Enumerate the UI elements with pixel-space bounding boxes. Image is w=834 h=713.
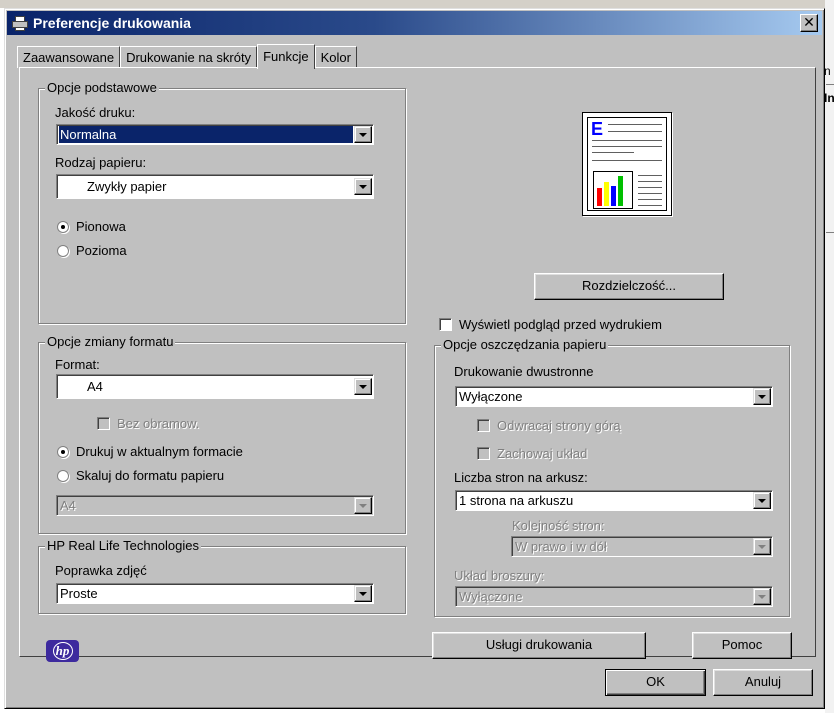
photo-fix-label: Poprawka zdjęć (55, 563, 147, 578)
portrait-label[interactable]: Pionowa (76, 219, 126, 234)
chevron-down-icon[interactable] (354, 585, 372, 602)
resolution-button[interactable]: Rozdzielczość... (534, 273, 724, 300)
background-text: n (824, 64, 831, 78)
background-window (0, 0, 834, 8)
format-label: Format: (55, 357, 100, 372)
tab-color[interactable]: Kolor (314, 46, 357, 68)
group-title: Opcje zmiany formatu (45, 334, 176, 349)
paper-type-label: Rodzaj papieru: (55, 155, 147, 170)
chevron-down-icon[interactable] (354, 497, 372, 514)
printer-icon (11, 15, 29, 31)
scale-format-select[interactable]: A4 (56, 495, 374, 516)
tab-strip: Zaawansowane Drukowanie na skróty Funkcj… (17, 44, 357, 69)
hp-real-life-group: HP Real Life Technologies Poprawka zdjęć… (38, 538, 406, 614)
chevron-down-icon[interactable] (354, 378, 372, 395)
quality-select[interactable]: Normalna (56, 124, 374, 145)
ok-button[interactable]: OK (605, 669, 706, 696)
background-window-right (825, 0, 834, 713)
close-button[interactable]: ✕ (800, 14, 818, 32)
chevron-down-icon[interactable] (753, 388, 771, 405)
print-preferences-dialog: Preferencje drukowania ✕ Zaawansowane Dr… (4, 8, 825, 709)
current-format-label[interactable]: Drukuj w aktualnym formacie (76, 444, 243, 459)
chevron-down-icon[interactable] (354, 126, 372, 143)
tab-features[interactable]: Funkcje (257, 44, 315, 69)
pages-per-sheet-select[interactable]: 1 strona na arkuszu (455, 490, 773, 511)
scale-to-paper-radio[interactable] (57, 470, 69, 482)
group-title: Opcje oszczędzania papieru (441, 337, 609, 352)
format-select[interactable]: A4 (56, 374, 374, 399)
preview-letter: E (591, 119, 604, 139)
keep-layout-label: Zachowaj układ (497, 446, 588, 461)
landscape-label[interactable]: Pozioma (76, 243, 127, 258)
help-button[interactable]: Pomoc (692, 632, 792, 659)
photo-fix-select[interactable]: Proste (56, 583, 374, 604)
borderless-label: Bez obramow. (117, 416, 200, 431)
title-bar: Preferencje drukowania ✕ (7, 11, 822, 35)
scale-to-paper-label[interactable]: Skaluj do formatu papieru (76, 468, 224, 483)
flip-top-checkbox[interactable] (477, 419, 490, 432)
chevron-down-icon[interactable] (753, 492, 771, 509)
basic-options-group: Opcje podstawowe Jakość druku: Normalna … (38, 80, 406, 324)
features-panel: Opcje podstawowe Jakość druku: Normalna … (19, 67, 816, 662)
window-title: Preferencje drukowania (33, 15, 191, 31)
tab-shortcuts[interactable]: Drukowanie na skróty (120, 46, 258, 68)
hp-logo: hp (46, 640, 79, 662)
cancel-button[interactable]: Anuluj (713, 669, 813, 696)
chevron-down-icon[interactable] (753, 538, 771, 555)
landscape-radio[interactable] (57, 245, 69, 257)
page-preview: E (582, 112, 672, 216)
preview-before-print-label[interactable]: Wyświetl podgląd przed wydrukiem (459, 317, 662, 332)
paper-saving-group: Opcje oszczędzania papieru Drukowanie dw… (434, 337, 790, 617)
group-title: HP Real Life Technologies (45, 538, 202, 553)
background-text: In (824, 91, 834, 105)
page-order-select[interactable]: W prawo i w dół (511, 536, 773, 557)
chevron-down-icon[interactable] (753, 588, 771, 605)
print-services-button[interactable]: Usługi drukowania (432, 632, 646, 659)
duplex-select[interactable]: Wyłączone (455, 386, 773, 407)
paper-type-select[interactable]: Zwykły papier (56, 174, 374, 199)
page-order-label: Kolejność stron: (512, 518, 605, 533)
keep-layout-checkbox[interactable] (477, 447, 490, 460)
format-options-group: Opcje zmiany formatu Format: A4 Bez obra… (38, 334, 406, 534)
duplex-label: Drukowanie dwustronne (454, 364, 594, 379)
quality-label: Jakość druku: (55, 105, 136, 120)
pages-per-sheet-label: Liczba stron na arkusz: (454, 470, 588, 485)
preview-before-print-checkbox[interactable] (439, 318, 452, 331)
flip-top-label: Odwracaj strony górą (497, 418, 621, 433)
chevron-down-icon[interactable] (354, 178, 372, 195)
borderless-checkbox[interactable] (97, 417, 110, 430)
booklet-select[interactable]: Wyłączone (455, 586, 773, 607)
group-title: Opcje podstawowe (45, 80, 159, 95)
current-format-radio[interactable] (57, 446, 69, 458)
booklet-label: Układ broszury: (454, 568, 545, 583)
tab-advanced[interactable]: Zaawansowane (17, 46, 121, 68)
chart-icon (593, 171, 633, 209)
portrait-radio[interactable] (57, 221, 69, 233)
